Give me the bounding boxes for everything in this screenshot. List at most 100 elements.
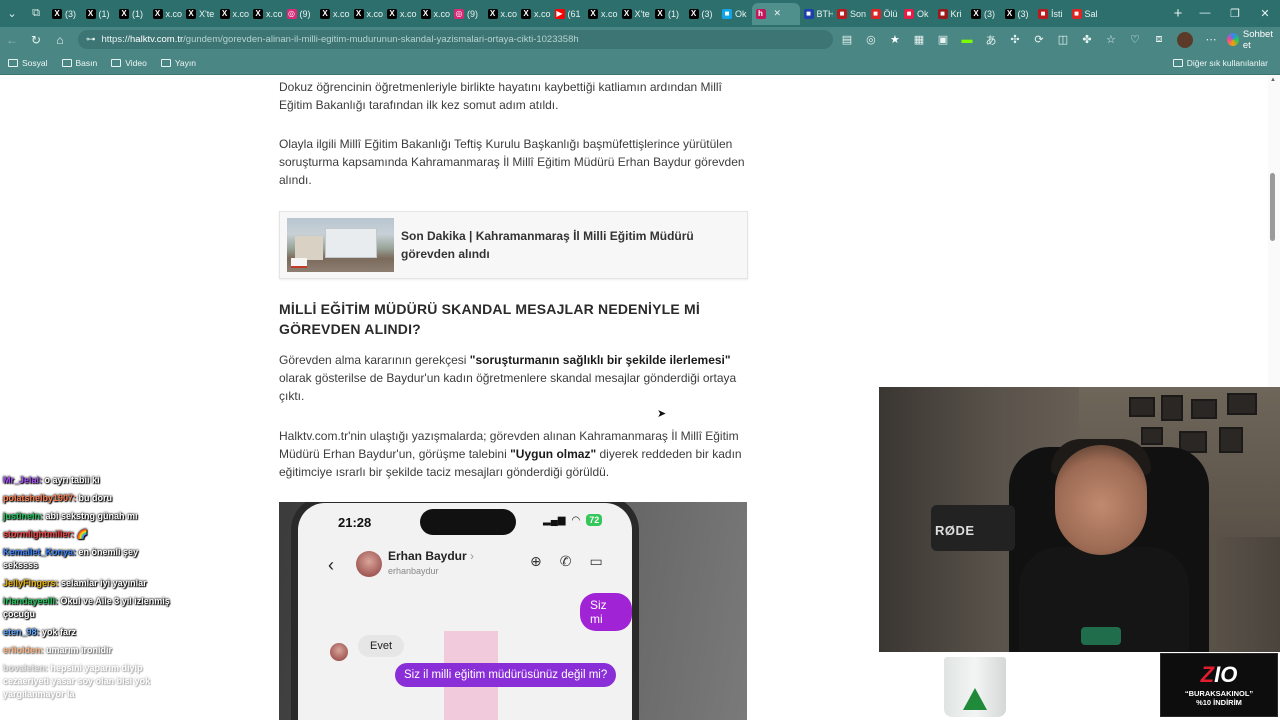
refresh-ext-icon[interactable]: ⟳ bbox=[1029, 30, 1049, 49]
browser-tab[interactable]: X (3) bbox=[685, 3, 719, 25]
browser-tab[interactable]: X (3) bbox=[967, 3, 1001, 25]
browser-tab[interactable]: X (3) bbox=[48, 3, 82, 25]
chat-message: irlandayeelli: Okul ve Aile 3 yıl izlenm… bbox=[3, 595, 173, 621]
split-screen-icon[interactable]: ◫ bbox=[1053, 30, 1073, 49]
browser-tab[interactable]: ■ Kri bbox=[934, 3, 968, 25]
tab-actions-menu[interactable]: ⌄ bbox=[0, 0, 24, 27]
browser-tab[interactable]: Xx.co bbox=[350, 3, 383, 25]
wifi-icon: ◠ bbox=[571, 514, 581, 526]
browser-tab[interactable]: ■ Son bbox=[833, 3, 867, 25]
scroll-thumb[interactable] bbox=[1270, 173, 1275, 241]
browser-tab[interactable]: ◎ (9) bbox=[450, 3, 484, 25]
translate-icon[interactable]: あ bbox=[981, 30, 1001, 49]
browser-tab[interactable]: Xx.co bbox=[417, 3, 451, 25]
related-article-title[interactable]: Son Dakika | Kahramanmaraş İl Milli Eğit… bbox=[401, 227, 731, 263]
other-bookmarks-folder[interactable]: Diğer sık kullanılanlar bbox=[1172, 58, 1268, 68]
browser-tab[interactable]: ◎ (9) bbox=[283, 3, 317, 25]
chat-username: JellyFingers: bbox=[3, 578, 59, 588]
phone-status-icons: ▂▄▆ ◠ 72 bbox=[543, 514, 603, 526]
bookmark-folder[interactable]: Sosyal bbox=[8, 58, 48, 68]
extension-icon-1[interactable]: ▦ bbox=[909, 30, 929, 49]
bookmark-folder[interactable]: Yayın bbox=[160, 58, 196, 68]
favorites-icon[interactable]: ☆ bbox=[1101, 30, 1121, 49]
x-icon: X bbox=[621, 8, 632, 19]
tab-label: x.co bbox=[433, 8, 451, 19]
x-icon: X bbox=[487, 8, 498, 19]
site-icon: ■ bbox=[1071, 8, 1082, 19]
page-scrollbar[interactable]: ▲ bbox=[1268, 75, 1280, 387]
browser-tab[interactable]: ▶ (61 bbox=[551, 3, 585, 25]
workspaces-icon[interactable]: ⧉ bbox=[24, 0, 48, 27]
close-window-button[interactable]: ✕ bbox=[1250, 7, 1280, 20]
back-button[interactable]: ← bbox=[0, 33, 24, 47]
extension-icon-2[interactable]: ▣ bbox=[933, 30, 953, 49]
browser-tab[interactable]: ■ Ok bbox=[900, 3, 934, 25]
browser-tab[interactable]: X (1) bbox=[82, 3, 116, 25]
related-article-card[interactable]: Son Dakika | Kahramanmaraş İl Milli Eğit… bbox=[279, 211, 748, 279]
close-tab-icon[interactable]: ✕ bbox=[774, 8, 782, 19]
browser-tab[interactable]: X (1) bbox=[115, 3, 149, 25]
browser-tab[interactable]: Xx.co bbox=[517, 3, 551, 25]
tab-label: (3) bbox=[984, 8, 995, 19]
x-icon: X bbox=[420, 8, 431, 19]
profile-avatar[interactable] bbox=[1176, 31, 1193, 48]
bookmark-folder[interactable]: Basın bbox=[61, 58, 97, 68]
browser-tab[interactable]: ■ Sal bbox=[1068, 3, 1102, 25]
collections-icon[interactable]: ⧈ bbox=[1149, 30, 1169, 49]
tracking-icon[interactable]: ◎ bbox=[861, 30, 881, 49]
extension-icon-4[interactable]: ✣ bbox=[1005, 30, 1025, 49]
minimize-button[interactable]: — bbox=[1190, 7, 1220, 20]
site-info-icon[interactable]: ⊶ bbox=[86, 34, 96, 45]
chat-text: yok farz bbox=[42, 627, 77, 637]
browser-tab[interactable]: ■ Ok bbox=[718, 3, 752, 25]
browser-tab[interactable]: Xx.co bbox=[216, 3, 249, 25]
folder-icon bbox=[1172, 59, 1183, 67]
extensions-puzzle-icon[interactable]: ✤ bbox=[1077, 30, 1097, 49]
browser-tab[interactable]: Xx.co bbox=[584, 3, 618, 25]
site-icon: ■ bbox=[803, 8, 814, 19]
chat-message: justinein: abi sekstng günah mı bbox=[3, 510, 173, 523]
browser-tab[interactable]: ■ BTH bbox=[800, 3, 833, 25]
scroll-up-arrow-icon[interactable]: ▲ bbox=[1270, 77, 1276, 83]
tab-label: Ölü bbox=[883, 8, 898, 19]
bookmark-folder[interactable]: Video bbox=[111, 58, 147, 68]
site-icon: ■ bbox=[1038, 8, 1048, 19]
tab-label: Kri bbox=[950, 8, 962, 19]
chat-message: eten_98: yok farz bbox=[3, 626, 173, 639]
restore-button[interactable]: ❐ bbox=[1220, 7, 1250, 20]
new-tab-button[interactable]: + bbox=[1166, 5, 1190, 22]
browser-tab[interactable]: Xx.co bbox=[249, 3, 283, 25]
refresh-button[interactable]: ↻ bbox=[24, 33, 48, 47]
browser-tab[interactable]: Xx.co bbox=[316, 3, 350, 25]
extension-icon-3[interactable]: ▬ bbox=[957, 30, 977, 49]
url-bar[interactable]: ⊶ https://halktv.com.tr/gundem/gorevden-… bbox=[78, 30, 833, 49]
favorite-star-icon[interactable]: ★ bbox=[885, 30, 905, 49]
browser-tab[interactable]: ■ Ölü bbox=[867, 3, 901, 25]
window-controls: — ❐ ✕ bbox=[1190, 7, 1280, 20]
tab-label: x.co bbox=[165, 8, 183, 19]
browser-tab[interactable]: X X'te bbox=[618, 3, 652, 25]
reader-mode-icon[interactable]: ▤ bbox=[837, 30, 857, 49]
chat-message: JellyFingers: selamlar iyi yayınlar bbox=[3, 577, 173, 590]
browser-tab[interactable]: ■ İsti bbox=[1034, 3, 1068, 25]
bookmarks-bar: Sosyal Basın Video Yayın Diğer sık kulla… bbox=[0, 52, 1280, 75]
tab-label: x.co bbox=[400, 8, 417, 19]
chat-text: bu doru bbox=[78, 493, 113, 503]
home-button[interactable]: ⌂ bbox=[48, 33, 72, 47]
x-icon: X bbox=[85, 8, 96, 19]
tab-active[interactable]: h ✕ bbox=[751, 2, 800, 25]
copilot-chat-button[interactable]: Sohbet et bbox=[1226, 29, 1280, 51]
browser-tab[interactable]: Xx.co bbox=[383, 3, 417, 25]
tab-label: İsti bbox=[1051, 8, 1063, 19]
browser-essentials-icon[interactable]: ♡ bbox=[1125, 30, 1145, 49]
mouse-cursor-icon: ➤ bbox=[657, 408, 667, 420]
phone-time: 21:28 bbox=[338, 515, 372, 530]
browser-tab[interactable]: X (1) bbox=[651, 3, 685, 25]
more-menu-icon[interactable]: ⋯ bbox=[1201, 30, 1221, 49]
tab-label: X'te bbox=[634, 8, 650, 19]
browser-tab[interactable]: Xx.co bbox=[484, 3, 517, 25]
browser-tab[interactable]: X X'te bbox=[182, 3, 216, 25]
browser-tab[interactable]: X (3) bbox=[1001, 3, 1035, 25]
browser-tab[interactable]: Xx.co bbox=[149, 3, 183, 25]
url-domain: halktv.com.tr bbox=[130, 34, 184, 45]
